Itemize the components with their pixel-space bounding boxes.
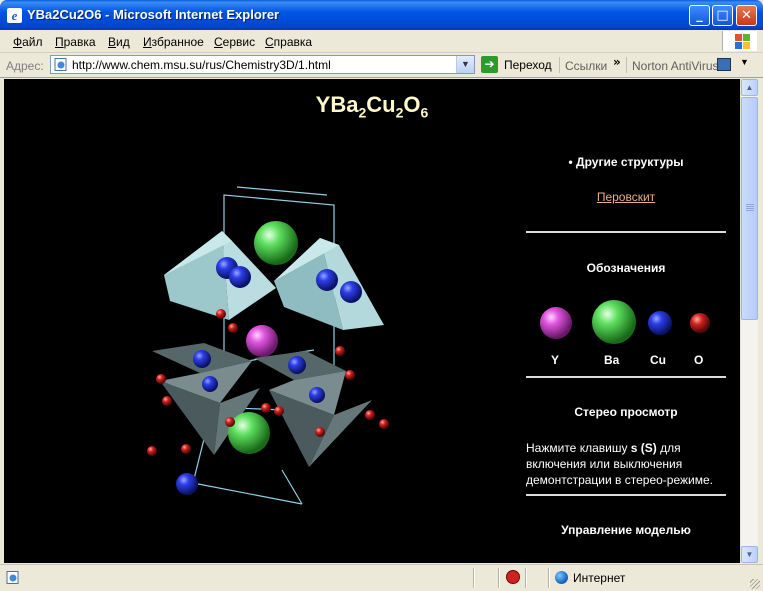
- divider: [526, 231, 726, 233]
- scroll-thumb[interactable]: [741, 97, 758, 320]
- menu-help[interactable]: Справка: [265, 35, 312, 49]
- scroll-up-button[interactable]: ▲: [741, 79, 758, 96]
- address-input[interactable]: http://www.chem.msu.su/rus/Chemistry3D/1…: [50, 55, 475, 74]
- menu-favorites[interactable]: Избранное: [143, 35, 204, 49]
- other-structures-item: • Другие структуры: [568, 155, 684, 169]
- divider: [526, 376, 726, 378]
- status-divider: [473, 568, 474, 588]
- vertical-scrollbar[interactable]: ▲ ▼: [740, 79, 758, 563]
- legend-label-cu: Cu: [650, 353, 666, 367]
- status-divider: [525, 568, 526, 588]
- go-label: Переход: [504, 58, 552, 72]
- menu-view[interactable]: Вид: [108, 35, 130, 49]
- ba-atom: [254, 221, 298, 265]
- go-arrow-icon: ➔: [481, 56, 498, 73]
- ie-window: e YBa2Cu2O6 - Microsoft Internet Explore…: [0, 0, 763, 591]
- crystal-structure-model[interactable]: [124, 175, 394, 545]
- legend-balls: [540, 300, 710, 344]
- stereo-title: Стерео просмотр: [574, 405, 678, 419]
- maximize-button[interactable]: □: [712, 5, 733, 26]
- scroll-down-button[interactable]: ▼: [741, 546, 758, 563]
- legend-cu-ball: [648, 311, 672, 335]
- legend-ba-ball: [592, 300, 636, 344]
- norton-icon[interactable]: [717, 58, 731, 71]
- divider: [526, 494, 726, 496]
- security-zone-label: Интернет: [573, 571, 626, 585]
- scroll-grip-icon: [746, 204, 754, 205]
- menu-edit[interactable]: Правка: [55, 35, 96, 49]
- page-title: YBa2Cu2O6: [315, 92, 429, 121]
- legend-label-ba: Ba: [604, 353, 620, 367]
- y-atom: [246, 325, 278, 357]
- window-title: YBa2Cu2O6 - Microsoft Internet Explorer: [27, 7, 280, 22]
- page-status-icon: [6, 571, 19, 584]
- cu-atoms-lower: [176, 473, 198, 495]
- menu-tools[interactable]: Сервис: [214, 35, 255, 49]
- status-divider: [548, 568, 549, 588]
- menu-file[interactable]: Файл: [13, 35, 43, 49]
- resize-grip-icon[interactable]: [750, 579, 760, 589]
- internet-zone-icon: [555, 571, 568, 584]
- menu-bar: Файл Правка Вид Избранное Сервис Справка: [0, 30, 763, 53]
- toolbar-separator: [559, 57, 560, 73]
- links-button[interactable]: Ссылки: [565, 59, 607, 73]
- status-bar: Интернет: [0, 564, 763, 591]
- popup-blocked-icon[interactable]: [506, 570, 520, 584]
- legend-y-ball: [540, 307, 572, 339]
- address-dropdown-icon[interactable]: ▼: [456, 56, 474, 73]
- address-url: http://www.chem.msu.su/rus/Chemistry3D/1…: [72, 58, 331, 72]
- page-icon: [54, 58, 67, 71]
- windows-flag-icon: [722, 31, 757, 51]
- toolbar-separator: [626, 57, 627, 73]
- page-content: YBa2Cu2O6 • Другие структуры Перовскит О…: [4, 79, 740, 563]
- title-bar[interactable]: e YBa2Cu2O6 - Microsoft Internet Explore…: [0, 0, 763, 30]
- ba-atom: [228, 412, 270, 454]
- legend-label-y: Y: [551, 353, 560, 367]
- norton-dropdown-icon[interactable]: ▼: [740, 57, 749, 67]
- stereo-description: Нажмите клавишу s (S) для включения или …: [526, 441, 714, 487]
- address-label: Адрес:: [6, 59, 44, 73]
- ie-logo-icon: e: [7, 8, 22, 23]
- perovskite-link[interactable]: Перовскит: [526, 190, 726, 204]
- norton-antivirus-label[interactable]: Norton AntiVirus: [632, 59, 719, 73]
- minimize-button[interactable]: _: [689, 5, 710, 26]
- status-divider: [498, 568, 499, 588]
- legend-label-o: O: [694, 353, 704, 367]
- model-control-title: Управление моделью: [561, 523, 691, 537]
- address-bar: Адрес: http://www.chem.msu.su/rus/Chemis…: [0, 53, 763, 78]
- legend-o-ball: [690, 313, 710, 333]
- chevron-right-icon[interactable]: »: [613, 55, 621, 69]
- legend-title: Обозначения: [586, 261, 666, 275]
- close-button[interactable]: ✕: [736, 5, 757, 26]
